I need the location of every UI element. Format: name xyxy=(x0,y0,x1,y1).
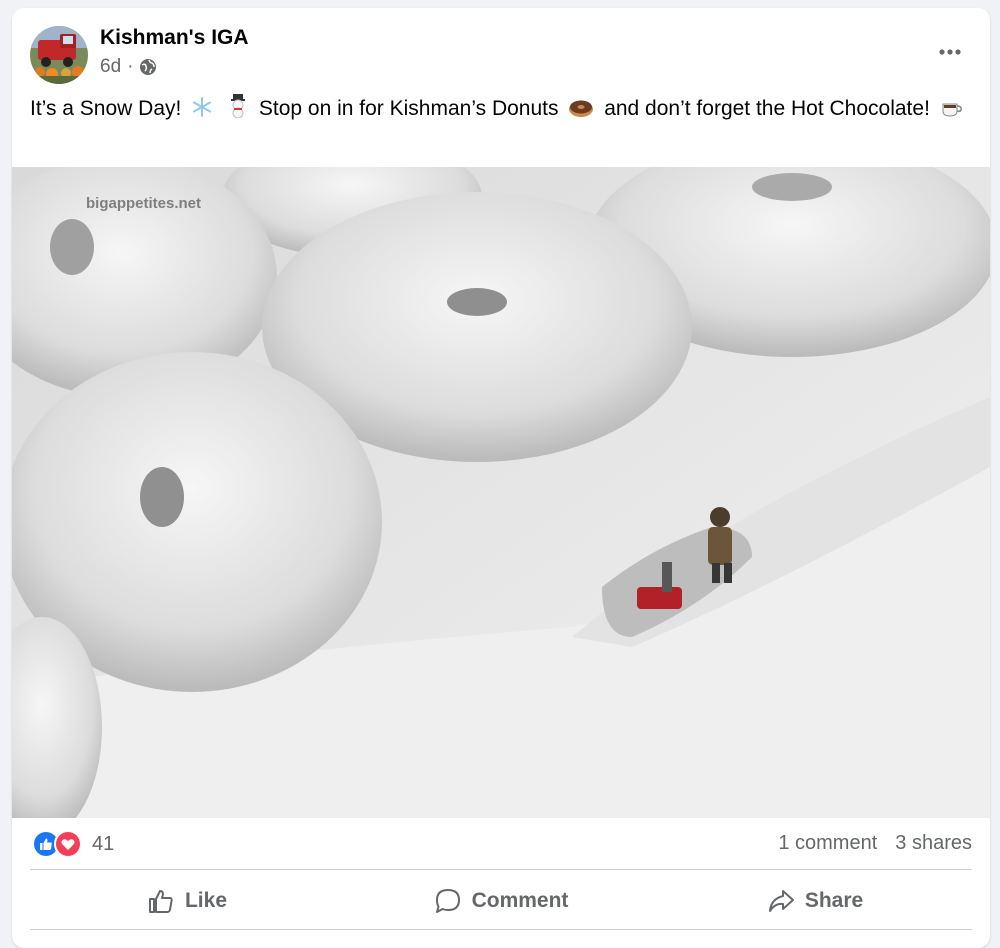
share-count-link[interactable]: 3 shares xyxy=(895,832,972,855)
comment-bubble-icon xyxy=(435,889,460,913)
post-stats: 1 comment 3 shares xyxy=(778,832,972,855)
action-bar: Like Comment Share xyxy=(30,874,972,928)
comment-label: Comment xyxy=(471,889,569,912)
globe-icon[interactable] xyxy=(139,58,157,76)
like-label: Like xyxy=(184,889,228,912)
post-text-part3: and don’t forget the Hot Chocolate! xyxy=(604,97,930,120)
post-text-part1: It’s a Snow Day! xyxy=(30,97,182,120)
thumbs-up-icon xyxy=(148,890,173,913)
avatar[interactable] xyxy=(30,26,88,84)
post-image[interactable]: bigappetites.net xyxy=(12,167,990,818)
post-text: It’s a Snow Day! Stop on in for Kishman’… xyxy=(30,94,980,127)
reaction-count: 41 xyxy=(92,832,115,855)
share-arrow-icon xyxy=(768,890,794,912)
snowman-icon xyxy=(227,94,249,127)
post-meta: 6d · xyxy=(100,56,157,78)
like-button[interactable]: Like xyxy=(30,874,344,928)
author-name[interactable]: Kishman's IGA xyxy=(100,26,249,50)
powdered-donuts-photo xyxy=(12,167,990,818)
post-time[interactable]: 6d xyxy=(100,56,121,78)
post-text-part2: Stop on in for Kishman’s Donuts xyxy=(258,97,559,120)
divider-bottom xyxy=(30,929,972,930)
reactions-summary[interactable]: 41 xyxy=(32,830,114,858)
share-button[interactable]: Share xyxy=(658,874,972,928)
snowflake-icon xyxy=(191,96,213,127)
hot-beverage-icon xyxy=(940,97,964,127)
donut-icon xyxy=(568,97,594,127)
truck-photo-icon xyxy=(30,26,88,84)
divider xyxy=(30,869,972,870)
share-label: Share xyxy=(804,889,864,912)
post-card: Kishman's IGA 6d · It’s a Snow Day! Stop… xyxy=(12,8,990,948)
love-icon xyxy=(54,830,82,858)
comment-button[interactable]: Comment xyxy=(344,874,658,928)
image-watermark: bigappetites.net xyxy=(86,195,202,212)
meta-separator: · xyxy=(127,56,134,77)
comment-count-link[interactable]: 1 comment xyxy=(778,832,877,855)
more-dots-icon xyxy=(939,49,961,55)
more-options-button[interactable] xyxy=(932,34,968,70)
